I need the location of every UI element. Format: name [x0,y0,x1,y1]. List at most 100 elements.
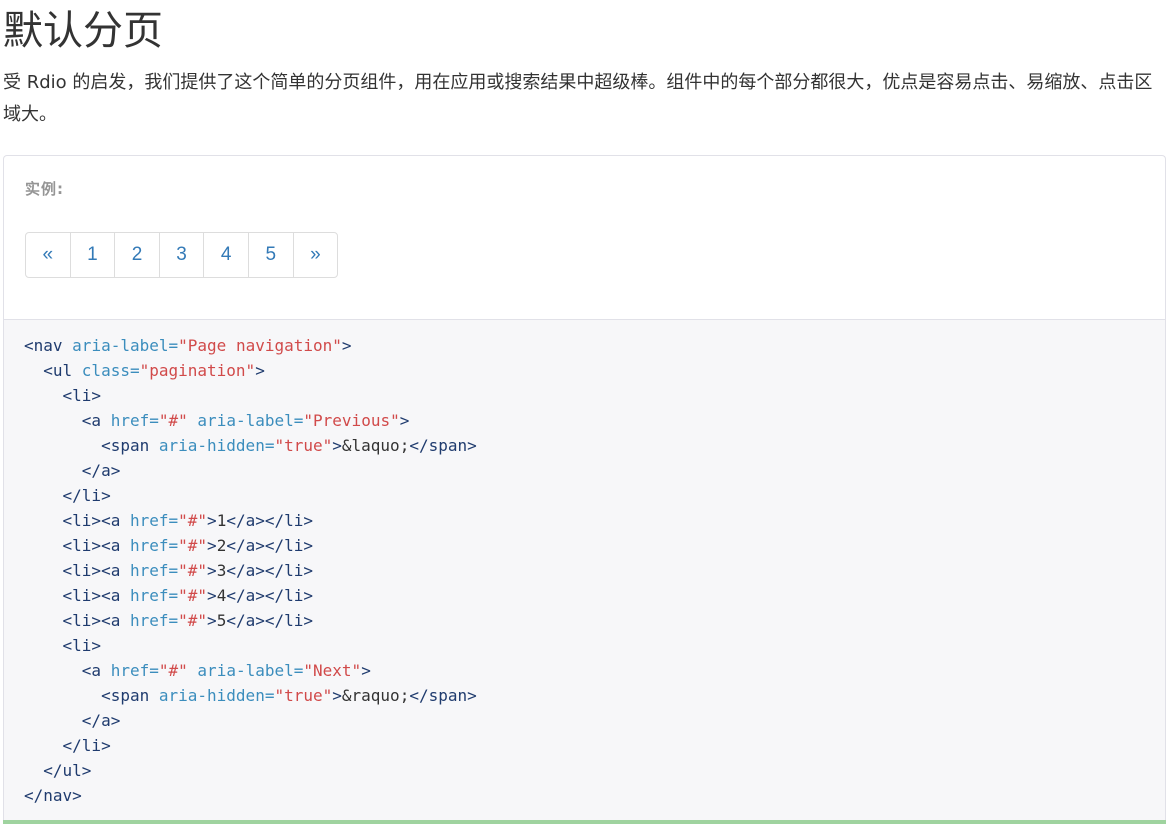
code-token: <span [101,686,159,705]
code-token: <li><a [62,511,130,530]
code-token: aria-label= [197,411,304,430]
code-token: href= [129,586,179,605]
code-token: "pagination" [139,361,256,380]
code-token: <li><a [62,536,130,555]
code-token: aria-label= [197,661,304,680]
code-token: "true" [274,436,333,455]
code-token: "Page navigation" [178,336,342,355]
pagination-page-4[interactable]: 4 [203,232,249,278]
code-token: </nav> [24,786,82,805]
code-line: <a href="#" aria-label="Previous"> [24,408,477,433]
code-token: </span> [409,436,477,455]
code-token: </li> [62,486,111,505]
code-token: > [341,336,352,355]
accent-bar [3,820,1166,824]
code-token: aria-hidden= [158,436,275,455]
code-token: > [207,536,217,555]
code-line: </ul> [24,758,477,783]
code-token: 5 [216,611,227,630]
code-line: </li> [24,483,477,508]
pagination-prev-button[interactable]: « [25,232,71,278]
page-title: 默认分页 [3,8,163,54]
code-token: 4 [216,586,227,605]
code-token: &raquo; [341,686,410,705]
code-line: <li><a href="#">1</a></li> [24,508,477,533]
intro-text: 受 Rdio 的启发，我们提供了这个简单的分页组件，用在应用或搜索结果中超级棒。… [3,72,1153,125]
code-token: 3 [216,561,227,580]
code-token: aria-label= [72,336,179,355]
pagination-page-5[interactable]: 5 [247,232,294,278]
example-label: 实例: [25,180,64,198]
code-line: <li><a href="#">3</a></li> [24,558,477,583]
code-line: </li> [24,733,477,758]
code-token: href= [129,611,179,630]
code-token: <li><a [62,611,130,630]
code-token: class= [81,361,140,380]
code-token: > [361,661,371,680]
code-line: </nav> [24,783,477,808]
code-token: href= [110,411,159,430]
code-token: <nav [24,336,73,355]
pagination-page-2[interactable]: 2 [114,232,160,278]
code-line: <li> [24,633,477,658]
pagination-page-1[interactable]: 1 [69,232,116,278]
code-token: </ul> [43,761,92,780]
code-token: "Next" [303,661,362,680]
pagination-page-3[interactable]: 3 [158,232,205,278]
code-token: "#" [158,411,188,430]
code-token: </a> [81,711,121,730]
code-line: </a> [24,458,477,483]
code-token: <ul [43,361,82,380]
example-panel: 实例: « 1 2 3 4 5 » [3,155,1166,319]
pagination-next-button[interactable]: » [292,232,339,278]
code-token: &laquo; [341,436,410,455]
code-line: <li><a href="#">4</a></li> [24,583,477,608]
code-token: > [207,561,217,580]
code-line: <ul class="pagination"> [24,358,477,383]
code-token: <li> [62,386,102,405]
code-token: aria-hidden= [158,686,275,705]
code-token: </a></li> [226,536,314,555]
pagination: « 1 2 3 4 5 » [25,232,339,278]
code-token: 2 [216,536,227,555]
code-token: href= [129,511,179,530]
code-token: "#" [178,511,208,530]
code-line: <span aria-hidden="true">&raquo;</span> [24,683,477,708]
code-token: <a [81,411,111,430]
code-token: <li><a [62,561,130,580]
code-token: > [207,611,217,630]
code-token: </span> [409,686,477,705]
code-token: > [399,411,410,430]
code-line: </a> [24,708,477,733]
code-token: href= [129,536,179,555]
code-token: 1 [216,511,227,530]
code-token: "#" [158,661,188,680]
code-token: "#" [178,586,208,605]
code-line: <li> [24,383,477,408]
code-token: "true" [274,686,333,705]
code-token: <span [101,436,159,455]
code-token: > [255,361,265,380]
code-block: <nav aria-label="Page navigation"> <ul c… [3,319,1166,820]
code-token: </li> [62,736,111,755]
code-token: "#" [178,536,208,555]
code-line: <li><a href="#">5</a></li> [24,608,477,633]
code-token: </a></li> [226,511,314,530]
